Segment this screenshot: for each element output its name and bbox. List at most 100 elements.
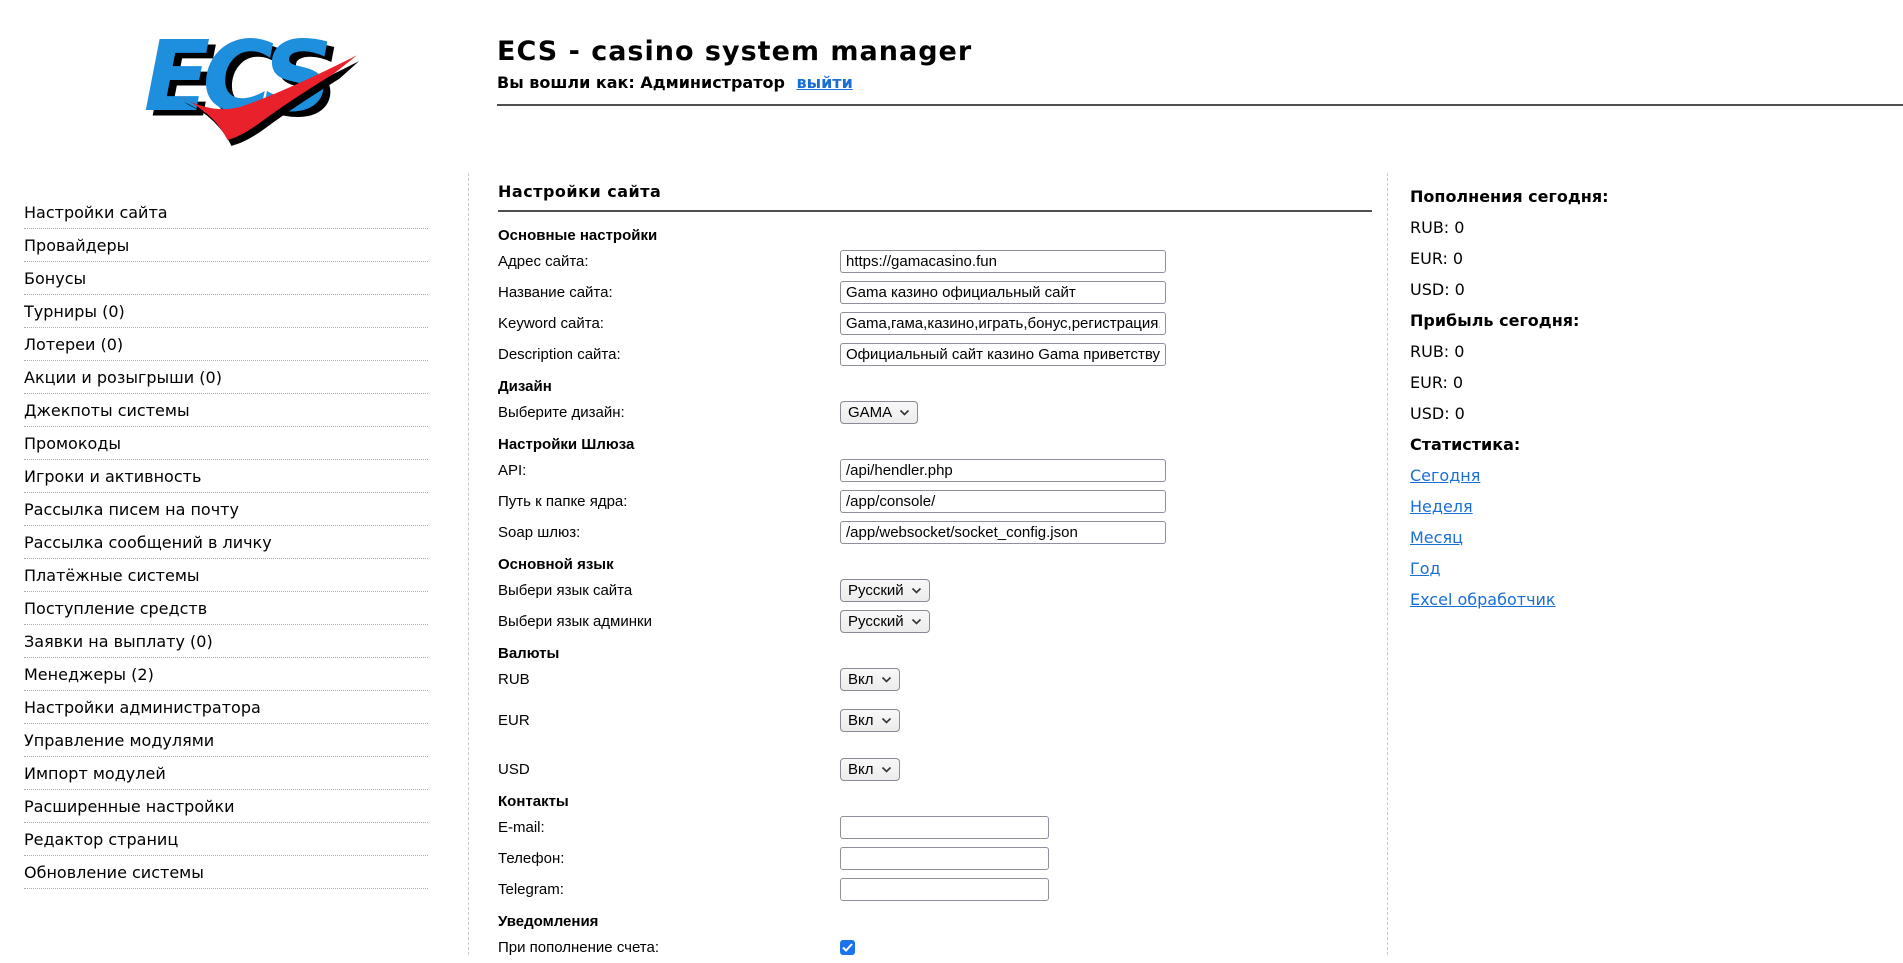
field-label: Description сайта: (498, 346, 840, 363)
stats-link[interactable]: Excel обработчик (1410, 590, 1556, 609)
site-url-field[interactable] (840, 250, 1166, 273)
section-header: Основные настройки (498, 219, 1387, 246)
sidebar-item[interactable]: Игроки и активность (24, 460, 428, 493)
field-label: EUR (498, 712, 840, 729)
sidebar-item[interactable]: Турниры (0) (24, 295, 428, 328)
sidebar-item[interactable]: Обновление системы (24, 856, 428, 889)
admin-language-select[interactable]: Русский (840, 610, 930, 633)
section-header: Настройки Шлюза (498, 428, 1387, 455)
stats-link[interactable]: Неделя (1410, 497, 1473, 516)
notify-on-deposit-checkbox-row: При пополнение счета: (498, 932, 1387, 963)
design-select-row: Выберите дизайн: GAMA (498, 397, 1387, 428)
logout-link[interactable]: выйти (797, 73, 853, 92)
chevron-down-icon (899, 409, 910, 416)
sidebar-item[interactable]: Настройки администратора (24, 691, 428, 724)
email-field-row: E-mail: (498, 812, 1387, 843)
currency-rub-select[interactable]: Вкл (840, 668, 900, 691)
site-language-select-row: Выбери язык сайтаРусский (498, 575, 1387, 606)
phone-field[interactable] (840, 847, 1049, 870)
soap-gateway-field[interactable] (840, 521, 1166, 544)
sidebar-item[interactable]: Лотереи (0) (24, 328, 428, 361)
sidebar-item[interactable]: Джекпоты системы (24, 394, 428, 427)
chevron-down-icon (881, 676, 892, 683)
select-value: Русский (848, 613, 904, 630)
stats-link[interactable]: Месяц (1410, 528, 1463, 547)
currency-eur-select[interactable]: Вкл (840, 709, 900, 732)
select-value: Русский (848, 582, 904, 599)
chevron-down-icon (911, 587, 922, 594)
section-header: Уведомления (498, 905, 1387, 932)
sidebar-item[interactable]: Платёжные системы (24, 559, 428, 592)
site-url-field-row: Адрес сайта: (498, 246, 1387, 277)
sidebar-item[interactable]: Настройки сайта (24, 196, 428, 229)
telegram-field-row: Telegram: (498, 874, 1387, 905)
core-folder-field-row: Путь к папке ядра: (498, 486, 1387, 517)
stats-link-row: Год (1410, 553, 1830, 584)
field-label: Telegram: (498, 881, 840, 898)
stats-value: RUB: 0 (1410, 336, 1830, 367)
stats-panel: Пополнения сегодня:RUB: 0EUR: 0USD: 0При… (1410, 181, 1830, 615)
sidebar-item[interactable]: Рассылка сообщений в личку (24, 526, 428, 559)
sidebar-item[interactable]: Промокоды (24, 427, 428, 460)
sidebar-item[interactable]: Редактор страниц (24, 823, 428, 856)
select-value: Вкл (848, 761, 874, 778)
site-description-field-row: Description сайта: (498, 339, 1387, 370)
design-select[interactable]: GAMA (840, 401, 918, 424)
api-field[interactable] (840, 459, 1166, 482)
telegram-field[interactable] (840, 878, 1049, 901)
field-label: USD (498, 761, 840, 778)
checkmark-icon (842, 943, 853, 952)
sidebar-item[interactable]: Менеджеры (2) (24, 658, 428, 691)
stats-group-title: Статистика: (1410, 429, 1830, 460)
section-header: Валюты (498, 637, 1387, 664)
core-folder-field[interactable] (840, 490, 1166, 513)
field-label: При пополнение счета: (498, 939, 840, 956)
stats-group-title: Пополнения сегодня: (1410, 181, 1830, 212)
sidebar-item[interactable]: Расширенные настройки (24, 790, 428, 823)
settings-form: Основные настройки Адрес сайта: Название с… (498, 219, 1387, 963)
stats-link[interactable]: Сегодня (1410, 466, 1480, 485)
email-field[interactable] (840, 816, 1049, 839)
currency-rub-select-row: RUBВкл (498, 664, 1387, 695)
field-label: Keyword сайта: (498, 315, 840, 332)
chevron-down-icon (881, 766, 892, 773)
select-value: GAMA (848, 404, 892, 421)
login-status: Вы вошли как: Администратор выйти (497, 73, 972, 92)
field-label: RUB (498, 671, 840, 688)
sidebar-item[interactable]: Акции и розыгрыши (0) (24, 361, 428, 394)
stats-value: EUR: 0 (1410, 243, 1830, 274)
sidebar-item[interactable]: Импорт модулей (24, 757, 428, 790)
field-label: Название сайта: (498, 284, 840, 301)
section-header: Дизайн (498, 370, 1387, 397)
currency-eur-select-row: EURВкл (498, 705, 1387, 736)
currency-usd-select-row: USD Вкл (498, 754, 1387, 785)
stats-value: RUB: 0 (1410, 212, 1830, 243)
admin-language-select-row: Выбери язык админкиРусский (498, 606, 1387, 637)
sidebar-item[interactable]: Управление модулями (24, 724, 428, 757)
field-label: API: (498, 462, 840, 479)
site-description-field[interactable] (840, 343, 1166, 366)
stats-value: USD: 0 (1410, 274, 1830, 305)
ecs-logo: ECS ECS (135, 18, 359, 150)
site-name-field[interactable] (840, 281, 1166, 304)
field-label: Путь к папке ядра: (498, 493, 840, 510)
section-header: Контакты (498, 785, 1387, 812)
chevron-down-icon (881, 717, 892, 724)
currency-usd-select[interactable]: Вкл (840, 758, 900, 781)
field-label: Выберите дизайн: (498, 404, 840, 421)
sidebar-item[interactable]: Провайдеры (24, 229, 428, 262)
stats-link-row: Неделя (1410, 491, 1830, 522)
stats-link[interactable]: Год (1410, 559, 1441, 578)
section-header: Основной язык (498, 548, 1387, 575)
phone-field-row: Телефон: (498, 843, 1387, 874)
ecs-logo-icon: ECS ECS (135, 18, 359, 150)
field-label: Адрес сайта: (498, 253, 840, 270)
sidebar-item[interactable]: Заявки на выплату (0) (24, 625, 428, 658)
site-language-select[interactable]: Русский (840, 579, 930, 602)
notify-on-deposit-checkbox[interactable] (840, 940, 855, 955)
sidebar-item[interactable]: Поступление средств (24, 592, 428, 625)
site-keywords-field[interactable] (840, 312, 1166, 335)
sidebar-item[interactable]: Бонусы (24, 262, 428, 295)
stats-value: USD: 0 (1410, 398, 1830, 429)
sidebar-item[interactable]: Рассылка писем на почту (24, 493, 428, 526)
